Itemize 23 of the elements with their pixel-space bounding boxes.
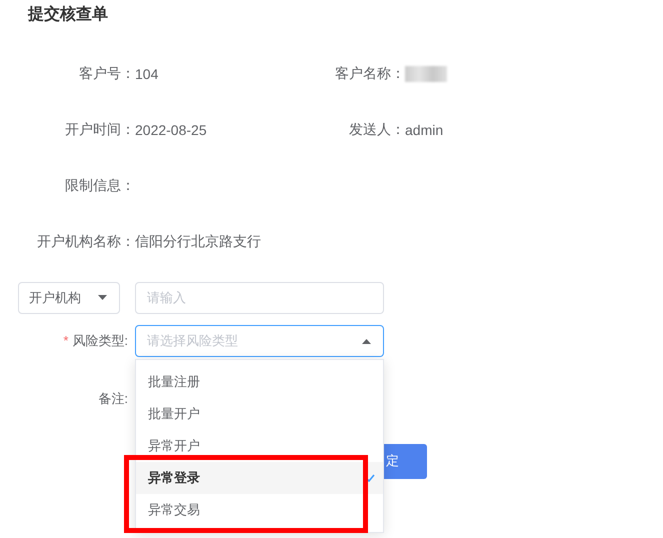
field-label: 客户号： (78, 65, 135, 83)
field-label: * 风险类型: (62, 332, 129, 350)
field-label: 发送人： (348, 121, 405, 139)
dialog-title: 提交核查单 (26, 4, 109, 25)
field-value: 2022-08-25 (135, 122, 207, 138)
field-label: 客户名称： (334, 65, 405, 83)
field-value: 信阳分行北京路支行 (135, 233, 261, 251)
field-value: 104 (135, 66, 158, 82)
check-icon (365, 474, 375, 482)
confirm-button[interactable]: 定 (384, 444, 427, 478)
dropdown-option[interactable]: 异常登录 (136, 462, 383, 494)
caret-icon (362, 338, 371, 344)
search-field[interactable]: 请输入 (135, 282, 384, 314)
field-label: 备注: (97, 390, 129, 408)
institution-select[interactable]: 开户机构 (18, 282, 120, 314)
dropdown-option[interactable]: 批量开户 (136, 398, 383, 430)
field-label: 限制信息： (64, 177, 135, 195)
field-value: admin (405, 122, 444, 138)
dropdown-option[interactable]: 批量注册 (136, 366, 383, 398)
field-label: 开户机构名称： (36, 233, 135, 251)
dropdown-option[interactable]: 异常交易 (136, 494, 383, 526)
caret-icon (98, 295, 107, 300)
field-label: 开户时间： (64, 121, 135, 139)
